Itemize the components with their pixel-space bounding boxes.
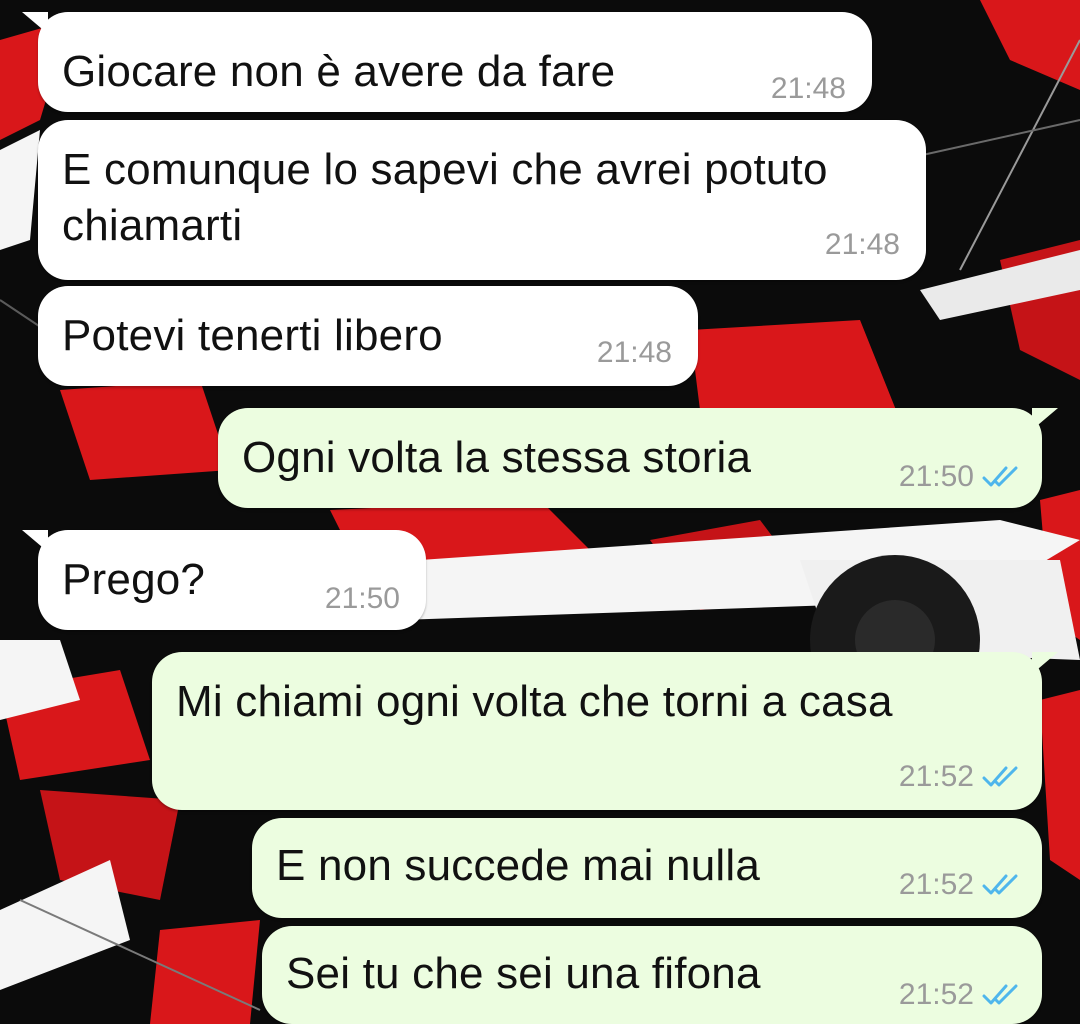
message-bubble-incoming[interactable]: Prego? 21:50 xyxy=(22,530,426,630)
message-bubble-incoming[interactable]: Potevi tenerti libero 21:48 xyxy=(38,286,698,386)
message-text: Prego? xyxy=(62,555,206,604)
message-bubble-outgoing[interactable]: E non succede mai nulla 21:52 xyxy=(252,818,1042,918)
message-time: 21:50 xyxy=(324,582,400,615)
message-time: 21:48 xyxy=(824,228,900,261)
message-bubble-outgoing[interactable]: Ogni volta la stessa storia 21:50 xyxy=(218,408,1058,508)
message-meta: 21:50 xyxy=(325,582,400,616)
bubble-tail xyxy=(22,12,48,34)
message-text: Mi chiami ogni volta che torni a casa xyxy=(176,677,893,726)
message-text-line: E comunque lo sapevi che avrei potuto xyxy=(62,145,828,194)
message-meta: 21:48 xyxy=(597,336,672,370)
message-meta: 21:52 xyxy=(899,978,1020,1012)
message-text: E non succede mai nulla xyxy=(276,841,761,890)
message-meta: 21:52 xyxy=(899,760,1020,794)
message-bubble-outgoing[interactable]: Sei tu che sei una fifona 21:52 xyxy=(262,926,1042,1024)
double-check-read-icon xyxy=(982,465,1020,489)
message-bubble-incoming[interactable]: E comunque lo sapevi che avrei potuto ch… xyxy=(38,120,926,280)
message-list: Giocare non è avere da fare 21:48 E comu… xyxy=(0,0,1080,1024)
message-text: Potevi tenerti libero xyxy=(62,311,443,360)
message-time: 21:48 xyxy=(770,72,846,105)
bubble-tail xyxy=(22,530,48,552)
message-text: Ogni volta la stessa storia xyxy=(242,433,752,482)
message-time: 21:52 xyxy=(898,978,974,1011)
bubble-tail xyxy=(1032,408,1058,430)
message-meta: 21:50 xyxy=(899,460,1020,494)
message-time: 21:48 xyxy=(596,336,672,369)
message-time: 21:52 xyxy=(898,868,974,901)
double-check-read-icon xyxy=(982,983,1020,1007)
message-bubble-incoming[interactable]: Giocare non è avere da fare 21:48 xyxy=(22,12,872,112)
message-text: Sei tu che sei una fifona xyxy=(286,949,761,998)
message-time: 21:50 xyxy=(898,460,974,493)
message-meta: 21:48 xyxy=(825,228,900,262)
double-check-read-icon xyxy=(982,873,1020,897)
bubble-tail xyxy=(1032,652,1058,674)
message-text-line: chiamarti xyxy=(62,201,243,250)
double-check-read-icon xyxy=(982,765,1020,789)
message-time: 21:52 xyxy=(898,760,974,793)
message-bubble-outgoing[interactable]: Mi chiami ogni volta che torni a casa 21… xyxy=(152,652,1058,810)
message-meta: 21:52 xyxy=(899,868,1020,902)
message-text: Giocare non è avere da fare xyxy=(62,47,616,96)
message-meta: 21:48 xyxy=(771,72,846,106)
